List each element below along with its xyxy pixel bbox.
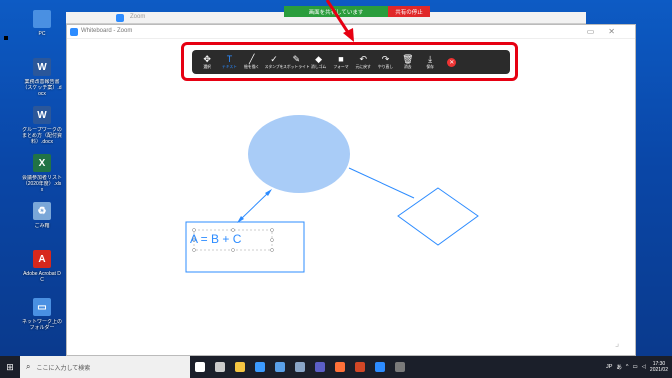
annotation-arrow: [325, 0, 354, 42]
arrowhead-icon: [343, 28, 354, 42]
